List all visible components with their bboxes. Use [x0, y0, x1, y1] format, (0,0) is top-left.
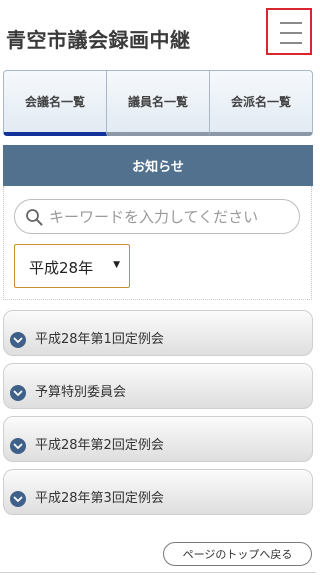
chevron-down-circle-icon — [10, 491, 26, 507]
back-to-top-button[interactable]: ページのトップへ戻る — [163, 542, 312, 566]
session-label: 平成28年第2回定例会 — [35, 438, 164, 453]
tab-meeting-list[interactable]: 会議名一覧 — [3, 70, 107, 136]
notice-button[interactable]: お知らせ — [3, 145, 313, 186]
session-label: 予算特別委員会 — [35, 385, 127, 400]
year-select-value: 平成28年 — [29, 259, 94, 277]
search-box[interactable] — [14, 199, 300, 234]
dropdown-arrow-icon: ▼ — [113, 260, 120, 270]
site-title: 青空市議会録画中継 — [6, 28, 191, 52]
session-item[interactable]: 平成28年第2回定例会 — [3, 416, 313, 462]
session-label: 平成28年第3回定例会 — [35, 491, 164, 506]
chevron-down-circle-icon — [10, 332, 26, 348]
year-select[interactable]: 平成28年 ▼ — [14, 244, 130, 288]
session-label: 平成28年第1回定例会 — [35, 332, 164, 347]
divider — [0, 572, 316, 573]
session-list: 平成28年第1回定例会 予算特別委員会 平成28年第2回定例会 平成28年第3回… — [3, 310, 313, 522]
nav-tabs: 会議名一覧 議員名一覧 会派名一覧 — [3, 70, 313, 136]
session-item[interactable]: 平成28年第3回定例会 — [3, 469, 313, 515]
session-item[interactable]: 平成28年第1回定例会 — [3, 310, 313, 356]
tab-member-list[interactable]: 議員名一覧 — [107, 70, 210, 136]
hamburger-menu-button[interactable] — [266, 8, 312, 55]
site-header: 青空市議会録画中継 — [0, 0, 316, 70]
chevron-down-circle-icon — [10, 385, 26, 401]
chevron-down-circle-icon — [10, 438, 26, 454]
tab-faction-list[interactable]: 会派名一覧 — [210, 70, 313, 136]
search-input[interactable] — [49, 200, 297, 233]
search-icon — [26, 209, 43, 226]
search-area: 平成28年 ▼ — [3, 186, 312, 300]
session-item[interactable]: 予算特別委員会 — [3, 363, 313, 409]
